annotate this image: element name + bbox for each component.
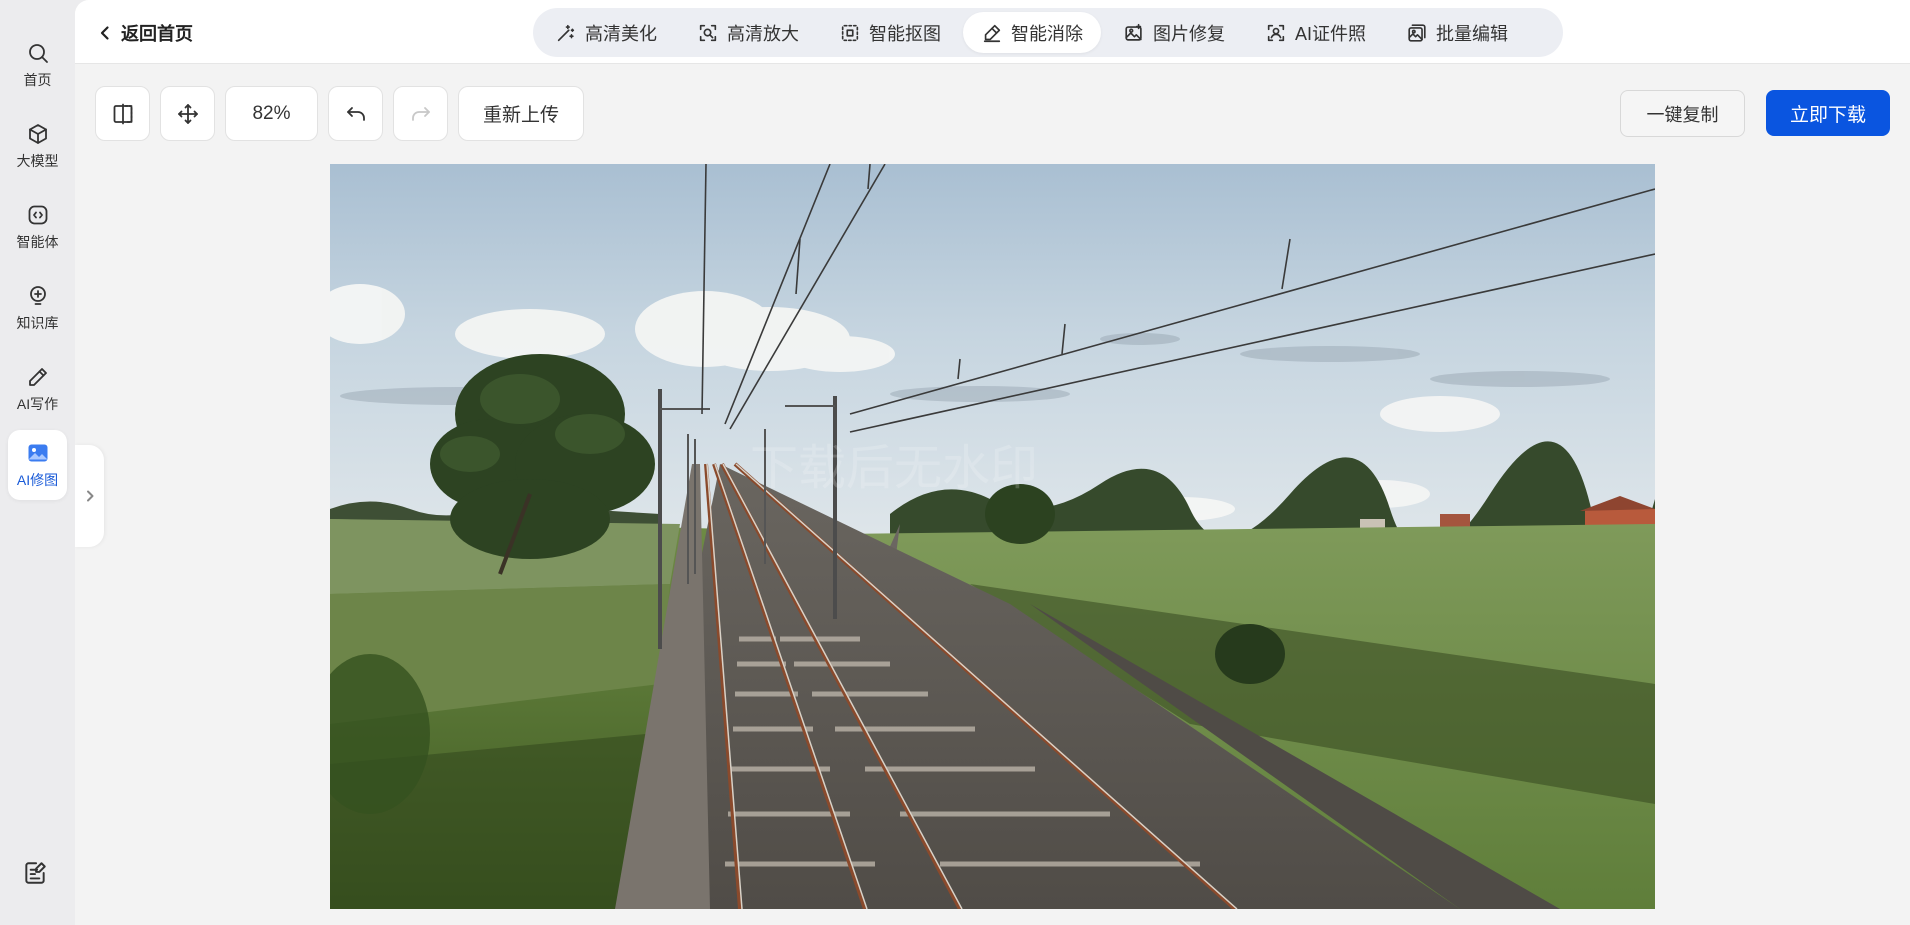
id-photo-icon [1267,24,1285,41]
copy-button[interactable]: 一键复制 [1620,90,1745,137]
nav-item-label: 智能体 [16,233,59,250]
nav-item-label: 知识库 [16,314,59,331]
tab-label: 智能抠图 [869,23,941,44]
tab-label: 高清放大 [727,23,799,44]
tab-label: AI证件照 [1295,23,1367,44]
tab-hd-upscale[interactable]: 高清放大 [679,12,817,53]
notes-icon [25,862,46,884]
eraser-icon [983,24,1001,42]
move-tool-button[interactable] [160,86,215,141]
chevron-left-icon [100,26,109,40]
reupload-label: 重新上传 [482,105,559,126]
redo-icon [411,106,430,121]
download-button[interactable]: 立即下载 [1766,90,1890,136]
left-nav-rail: 首页 大模型 智能体 知识库 AI写作 AI修图 [0,0,75,925]
nav-item-label: 大模型 [16,152,59,169]
back-home-label: 返回首页 [121,24,193,44]
tab-smart-erase[interactable]: 智能消除 [963,12,1101,53]
image-icon [28,444,47,461]
tab-ai-id-photo[interactable]: AI证件照 [1247,12,1384,53]
nav-item-agents[interactable]: 智能体 [8,192,67,262]
nav-item-label: AI修图 [16,471,59,488]
move-icon [177,103,198,124]
feature-tabs: 高清美化 高清放大 智能抠图 智能消除 图片修复 AI证件照 批量编辑 [533,8,1563,57]
nav-item-image-edit[interactable]: AI修图 [8,430,67,500]
chevron-right-icon [86,490,93,502]
app-window: 首页 大模型 智能体 知识库 AI写作 AI修图 返回首页 高清美化 高清放大 … [0,0,1910,925]
batch-edit-icon [1408,23,1426,42]
compare-icon [113,103,132,124]
image-canvas[interactable]: 下载后无水印 [330,164,1655,909]
agent-icon [28,205,47,224]
cube-icon [28,123,47,144]
photo-repair-icon [1125,23,1142,41]
main-panel: 返回首页 高清美化 高清放大 智能抠图 智能消除 图片修复 AI证件照 批量编辑… [75,0,1910,925]
cutout-icon [841,24,859,41]
nav-item-writing[interactable]: AI写作 [8,354,67,424]
redo-button[interactable] [393,86,448,141]
magic-wand-icon [557,24,575,41]
watermark-text: 下载后无水印 [750,440,1038,496]
tab-photo-repair[interactable]: 图片修复 [1105,12,1243,53]
notes-button[interactable] [22,860,50,888]
nav-item-models[interactable]: 大模型 [8,111,67,181]
tab-label: 批量编辑 [1436,23,1509,44]
reupload-button[interactable]: 重新上传 [458,86,584,141]
nav-item-knowledge[interactable]: 知识库 [8,273,67,343]
zoom-level-button[interactable]: 82% [225,86,318,141]
pen-icon [28,367,47,386]
bulb-icon [29,285,46,305]
tab-label: 智能消除 [1011,23,1083,44]
railway-photo: 下载后无水印 [330,164,1655,909]
undo-icon [346,106,365,121]
tab-smart-cutout[interactable]: 智能抠图 [821,12,959,53]
top-bar: 返回首页 高清美化 高清放大 智能抠图 智能消除 图片修复 AI证件照 批量编辑 [75,0,1910,64]
tab-batch-edit[interactable]: 批量编辑 [1388,12,1526,53]
panel-expand-toggle[interactable] [75,445,104,547]
compare-button[interactable] [95,86,150,141]
nav-item-home[interactable]: 首页 [8,30,67,100]
back-home-button[interactable]: 返回首页 [97,20,193,46]
tab-label: 图片修复 [1153,23,1225,44]
undo-button[interactable] [328,86,383,141]
nav-item-label: AI写作 [16,395,59,412]
zoom-level-text: 82% [252,102,291,124]
tab-label: 高清美化 [585,23,657,44]
nav-item-label: 首页 [23,71,52,88]
zoom-frame-icon [699,24,717,41]
tab-hd-beautify[interactable]: 高清美化 [537,12,675,53]
search-icon [28,43,48,63]
